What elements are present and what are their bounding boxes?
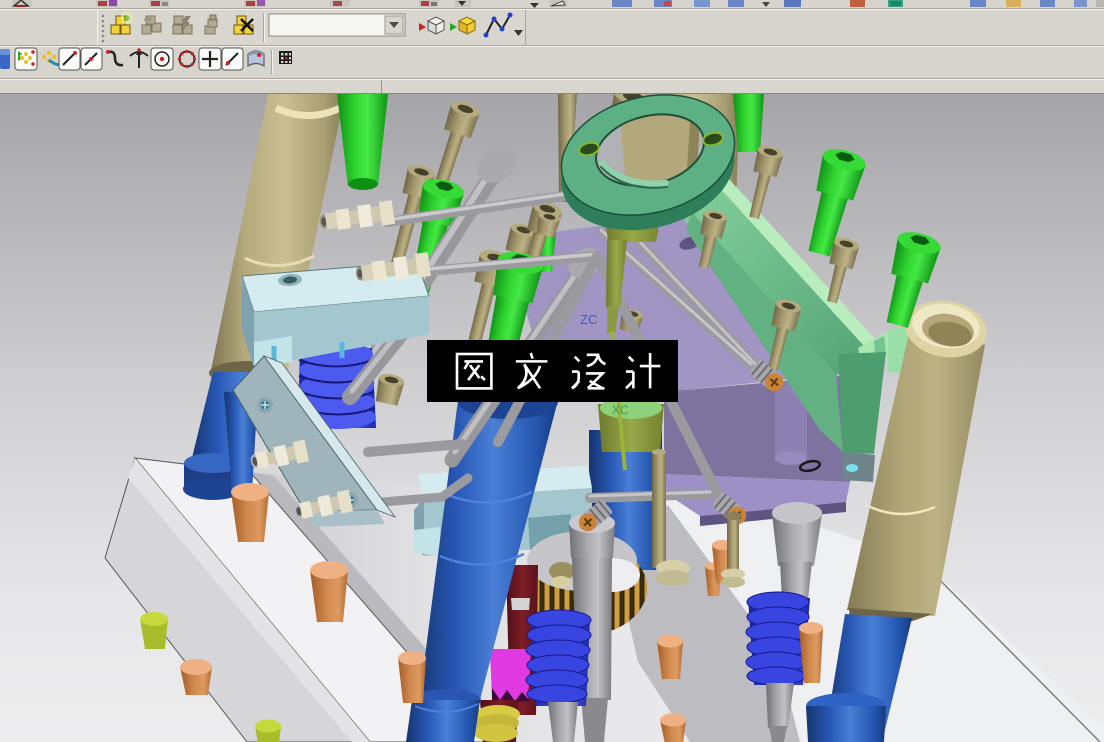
svg-text:XC: XC [612,403,629,417]
svg-text:ZC: ZC [580,312,597,327]
